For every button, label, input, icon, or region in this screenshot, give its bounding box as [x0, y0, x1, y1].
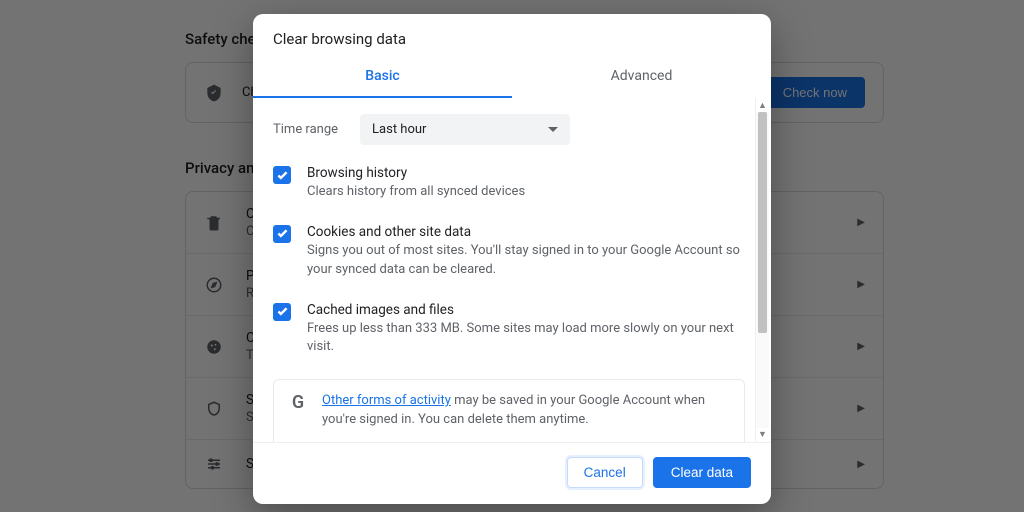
option-title: Browsing history	[307, 165, 525, 181]
dialog-scrollbar[interactable]: ▲ ▼	[755, 98, 769, 442]
scrollbar-down-icon[interactable]: ▼	[756, 428, 769, 442]
option-browsing-history: Browsing history Clears history from all…	[273, 165, 751, 202]
option-description: Clears history from all synced devices	[307, 183, 525, 202]
scrollbar-track[interactable]	[756, 112, 769, 428]
dialog-title: Clear browsing data	[253, 14, 771, 58]
checkbox-cached[interactable]	[273, 303, 291, 321]
option-cookies: Cookies and other site data Signs you ou…	[273, 224, 751, 280]
checkbox-cookies[interactable]	[273, 225, 291, 243]
checkbox-browsing-history[interactable]	[273, 166, 291, 184]
option-description: Signs you out of most sites. You'll stay…	[307, 242, 751, 280]
option-title: Cookies and other site data	[307, 224, 751, 240]
clear-browsing-data-dialog: Clear browsing data Basic Advanced Time …	[253, 14, 771, 504]
dialog-footer: Cancel Clear data	[253, 442, 771, 504]
other-activity-link[interactable]: Other forms of activity	[322, 393, 451, 408]
info-text: Other forms of activity may be saved in …	[322, 392, 730, 430]
option-title: Cached images and files	[307, 302, 751, 318]
google-activity-info-box: G Other forms of activity may be saved i…	[273, 379, 745, 442]
time-range-label: Time range	[273, 122, 338, 137]
scrollbar-up-icon[interactable]: ▲	[756, 98, 769, 112]
dropdown-triangle-icon	[548, 127, 558, 132]
tab-basic[interactable]: Basic	[253, 58, 512, 98]
option-cached: Cached images and files Frees up less th…	[273, 302, 751, 358]
option-description: Frees up less than 333 MB. Some sites ma…	[307, 320, 751, 358]
google-logo-icon: G	[288, 392, 308, 412]
time-range-row: Time range Last hour	[273, 114, 751, 145]
cancel-button[interactable]: Cancel	[567, 457, 643, 488]
time-range-value: Last hour	[372, 122, 426, 137]
tab-advanced[interactable]: Advanced	[512, 58, 771, 98]
clear-data-button[interactable]: Clear data	[653, 457, 751, 488]
dialog-tabs: Basic Advanced	[253, 58, 771, 98]
time-range-select[interactable]: Last hour	[360, 114, 570, 145]
scrollbar-thumb[interactable]	[758, 112, 767, 333]
